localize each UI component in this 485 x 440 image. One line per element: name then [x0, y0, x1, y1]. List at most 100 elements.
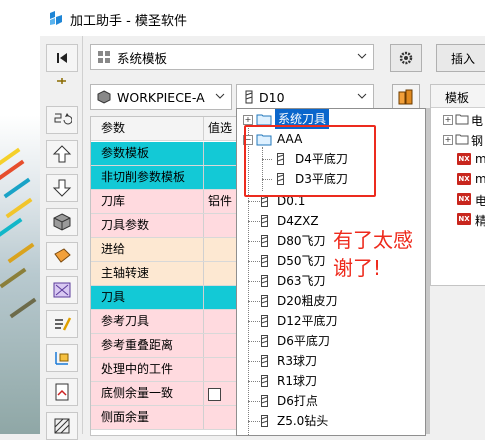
row-label: 进给 [91, 238, 204, 261]
boundary-icon [53, 282, 71, 298]
skip-back-icon [57, 53, 67, 63]
row-value[interactable] [204, 334, 236, 357]
folder-label[interactable]: 钢 [471, 132, 483, 149]
table-row[interactable]: 刀库 铝件 [91, 190, 236, 214]
folder-icon [455, 114, 469, 125]
workpiece-select[interactable]: WORKPIECE-A [90, 84, 232, 110]
orange-block-icon [54, 248, 71, 263]
row-label: 刀具参数 [91, 214, 204, 237]
insert-button[interactable]: 插入 [436, 44, 485, 72]
row-value[interactable] [204, 214, 236, 237]
template-grid-icon [98, 51, 110, 63]
template-item[interactable]: 电 [475, 192, 485, 209]
template-item[interactable]: m [475, 152, 485, 166]
folder-label[interactable]: 电 [471, 112, 483, 129]
template-item[interactable]: m [475, 172, 485, 186]
row-value[interactable] [204, 142, 236, 165]
window-title: 加工助手 - 模圣软件 [70, 14, 187, 29]
row-value[interactable] [204, 166, 236, 189]
workpiece-select-value: WORKPIECE-A [117, 89, 205, 105]
settings-gear-button[interactable] [390, 44, 422, 72]
row-label: 刀具 [91, 286, 204, 309]
row-label: 非切削参数模板 [91, 166, 204, 189]
chevron-down-icon [357, 93, 367, 99]
toolpath-refresh-button[interactable] [46, 106, 78, 134]
drill-icon [261, 415, 268, 427]
table-row[interactable]: 刀具参数 [91, 214, 236, 238]
annotation-text: 有了太感谢了! [333, 228, 413, 280]
move-down-button[interactable] [46, 174, 78, 202]
app-logo-icon [50, 11, 62, 25]
table-row[interactable]: 底侧余量一致 [91, 382, 236, 406]
end-mill-icon [261, 395, 268, 407]
workpiece-button[interactable] [46, 208, 78, 236]
arrow-up-icon [52, 145, 72, 163]
row-value[interactable]: 铝件 [204, 190, 236, 213]
row-value[interactable] [204, 286, 236, 309]
parameter-table: 参数 值选 参数模板 非切削参数模板 刀库 铝件 刀具参数 进给 主轴转速 刀具… [90, 116, 237, 436]
expand-toggle[interactable]: + [243, 115, 253, 125]
row-value[interactable] [204, 238, 236, 261]
row-value[interactable] [204, 310, 236, 333]
edit-lines-icon [55, 317, 72, 331]
pin-icon[interactable] [54, 74, 68, 88]
tool-select[interactable]: D10 [236, 84, 374, 110]
row-value[interactable] [204, 406, 236, 429]
row-label: 参考重叠距离 [91, 334, 204, 357]
tool-icon [245, 90, 253, 104]
row-value[interactable] [204, 262, 236, 285]
template-panel: 模板 + 电 + 钢 NX m NX m NX 电 NX 精 [430, 84, 485, 286]
table-row[interactable]: 非切削参数模板 [91, 166, 236, 190]
end-mill-icon [261, 295, 268, 307]
folder-icon [455, 134, 469, 145]
chevron-down-icon [215, 93, 225, 99]
block-button[interactable] [46, 242, 78, 270]
side-toolbar [40, 36, 83, 440]
coordinate-button[interactable] [46, 344, 78, 372]
end-mill-icon [261, 215, 268, 227]
column-header-value: 值选 [208, 121, 233, 135]
export-button[interactable] [46, 378, 78, 406]
boundary-button[interactable] [46, 276, 78, 304]
table-row[interactable]: 处理中的工件 [91, 358, 236, 382]
table-row[interactable]: 参数模板 [91, 142, 236, 166]
highlight-box [244, 125, 376, 197]
table-header: 参数 值选 [91, 117, 236, 141]
tool-select-value: D10 [259, 89, 285, 105]
row-label: 处理中的工件 [91, 358, 204, 381]
workpiece-cube-icon [97, 90, 111, 104]
row-label: 刀库 [91, 190, 204, 213]
end-mill-icon [261, 355, 268, 367]
document-export-icon [55, 383, 69, 401]
collapse-button[interactable] [46, 44, 78, 72]
template-select[interactable]: 系统模板 [90, 44, 374, 70]
nx-icon: NX [457, 193, 471, 205]
uniform-allowance-checkbox[interactable] [208, 388, 221, 401]
title-bar: 加工助手 - 模圣软件 [0, 0, 485, 36]
table-row[interactable]: 参考重叠距离 [91, 334, 236, 358]
row-label: 参数模板 [91, 142, 204, 165]
template-item[interactable]: 精 [475, 212, 485, 229]
table-row[interactable]: 刀具 [91, 286, 236, 310]
table-row[interactable]: 进给 [91, 238, 236, 262]
settings-button[interactable] [46, 412, 78, 440]
model-viewport[interactable] [0, 36, 40, 434]
row-value[interactable] [204, 382, 236, 405]
tool-library-button[interactable] [392, 84, 420, 110]
end-mill-icon [261, 375, 268, 387]
expand-toggle[interactable]: + [443, 135, 453, 145]
expand-toggle[interactable]: + [443, 115, 453, 125]
end-mill-icon [261, 315, 268, 327]
table-row[interactable]: 侧面余量 [91, 406, 236, 430]
move-up-button[interactable] [46, 140, 78, 168]
row-value[interactable] [204, 358, 236, 381]
end-mill-icon [261, 235, 268, 247]
striped-box-icon [54, 418, 70, 434]
gear-icon [399, 51, 413, 65]
table-row[interactable]: 主轴转速 [91, 262, 236, 286]
nx-icon: NX [457, 173, 471, 185]
table-row[interactable]: 参考刀具 [91, 310, 236, 334]
row-label: 底侧余量一致 [91, 382, 204, 405]
row-label: 侧面余量 [91, 406, 204, 429]
edit-button[interactable] [46, 310, 78, 338]
